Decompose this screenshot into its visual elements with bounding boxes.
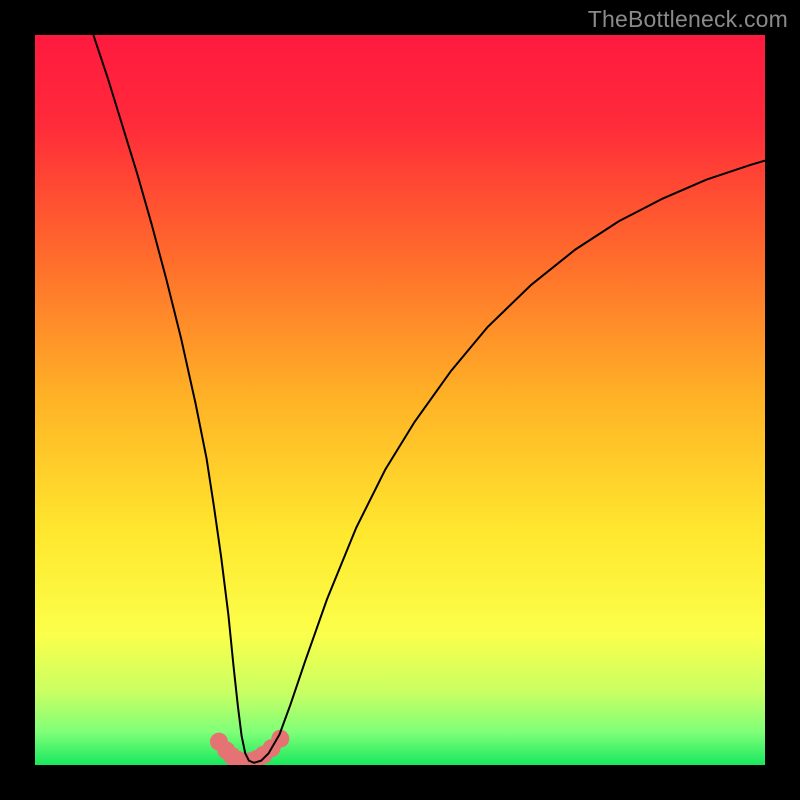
chart-frame: TheBottleneck.com (0, 0, 800, 800)
watermark-text: TheBottleneck.com (588, 6, 788, 33)
curve-layer (35, 35, 765, 765)
bottleneck-curve (93, 35, 765, 763)
plot-area (35, 35, 765, 765)
